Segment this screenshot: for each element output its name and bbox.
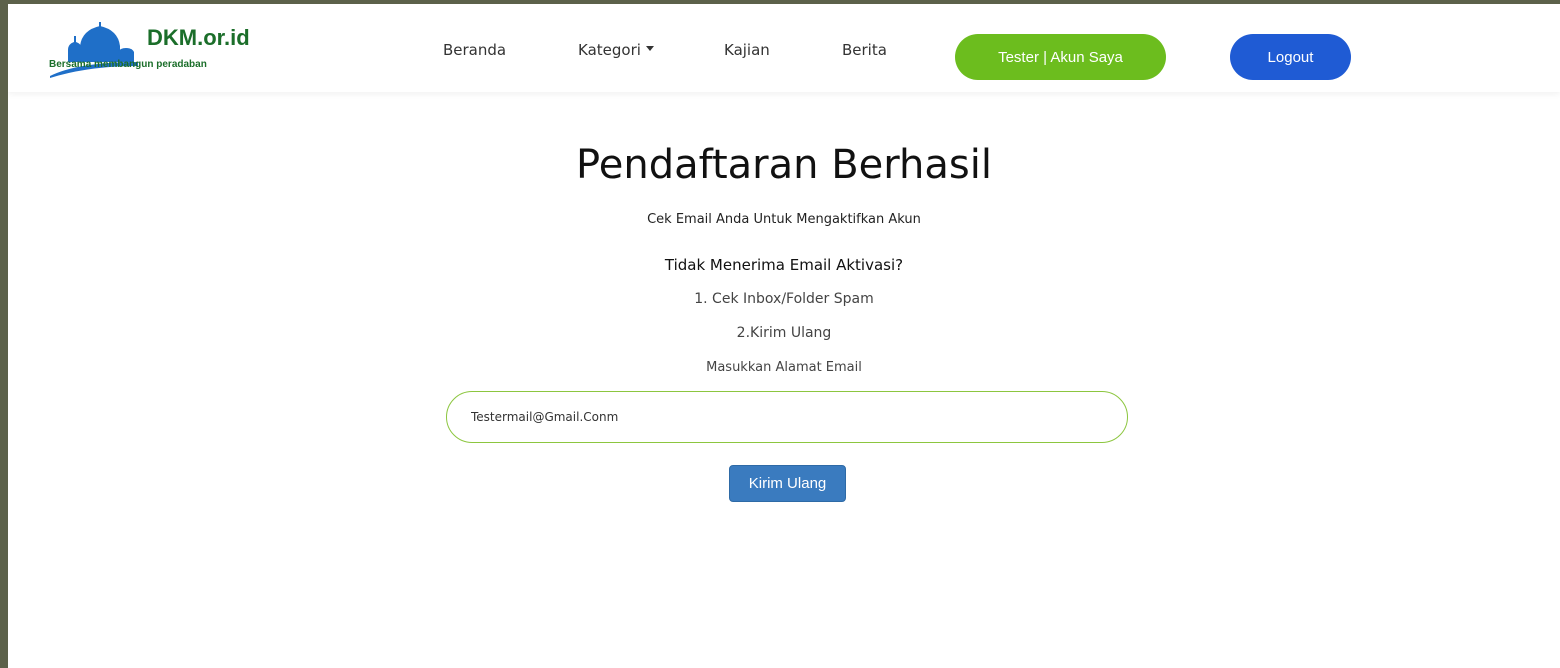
page-title: Pendaftaran Berhasil — [576, 142, 992, 188]
browser-viewport: DKM.or.id Bersama membangun peradaban Be… — [8, 4, 1560, 668]
site-tagline: Bersama membangun peradaban — [49, 59, 207, 70]
nav-kategori-label: Kategori — [578, 41, 641, 59]
nav-kajian[interactable]: Kajian — [724, 41, 770, 59]
step-resend: 2.Kirim Ulang — [736, 325, 832, 341]
nav-kategori[interactable]: Kategori — [578, 41, 654, 59]
nav-berita[interactable]: Berita — [842, 41, 887, 59]
resend-question: Tidak Menerima Email Aktivasi? — [664, 256, 904, 274]
email-input[interactable] — [446, 391, 1128, 443]
account-button[interactable]: Tester | Akun Saya — [955, 34, 1166, 80]
resend-button[interactable]: Kirim Ulang — [729, 465, 846, 502]
logout-button[interactable]: Logout — [1230, 34, 1351, 80]
caret-down-icon — [645, 46, 654, 51]
activation-instruction: Cek Email Anda Untuk Mengaktifkan Akun — [647, 212, 921, 227]
site-logo[interactable]: DKM.or.id Bersama membangun peradaban — [48, 22, 288, 78]
email-field-label: Masukkan Alamat Email — [706, 360, 862, 375]
navbar: DKM.or.id Bersama membangun peradaban Be… — [8, 4, 1560, 92]
nav-beranda[interactable]: Beranda — [443, 41, 506, 59]
step-check-inbox: 1. Cek Inbox/Folder Spam — [694, 291, 874, 307]
site-name: DKM.or.id — [147, 25, 250, 50]
